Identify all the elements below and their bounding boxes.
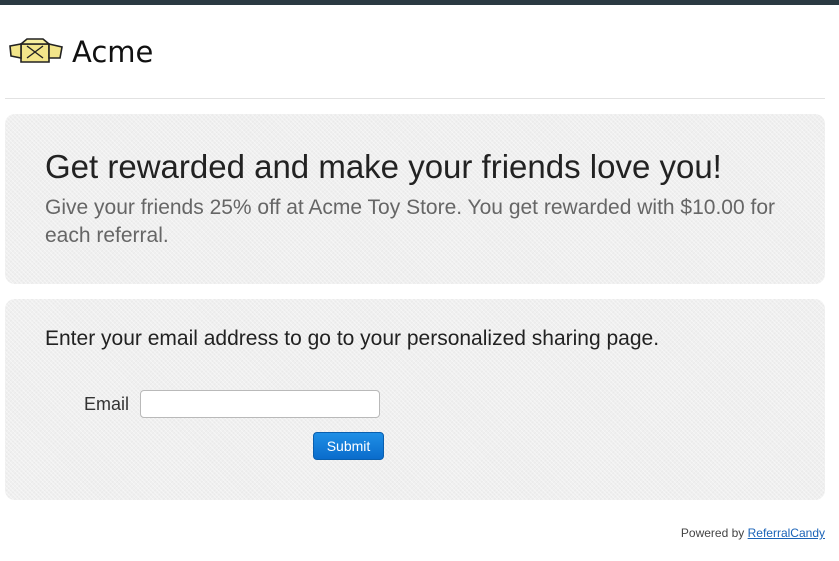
email-form-panel: Enter your email address to go to your p… (5, 299, 825, 500)
header-divider (5, 98, 825, 99)
footer: Powered by ReferralCandy (681, 526, 825, 540)
brand-logo[interactable]: Acme (9, 35, 153, 69)
submit-button[interactable]: Submit (313, 432, 384, 460)
form-prompt: Enter your email address to go to your p… (45, 327, 660, 350)
hero-panel: Get rewarded and make your friends love … (5, 114, 825, 284)
email-input[interactable] (140, 390, 380, 418)
hero-subline: Give your friends 25% off at Acme Toy St… (45, 196, 775, 247)
header: Acme (0, 5, 839, 98)
box-icon (9, 38, 63, 66)
brand-name: Acme (72, 35, 154, 69)
hero-headline: Get rewarded and make your friends love … (45, 148, 722, 185)
referralcandy-link[interactable]: ReferralCandy (748, 526, 825, 540)
email-label: Email (84, 394, 130, 414)
powered-by-text: Powered by (680, 526, 745, 540)
